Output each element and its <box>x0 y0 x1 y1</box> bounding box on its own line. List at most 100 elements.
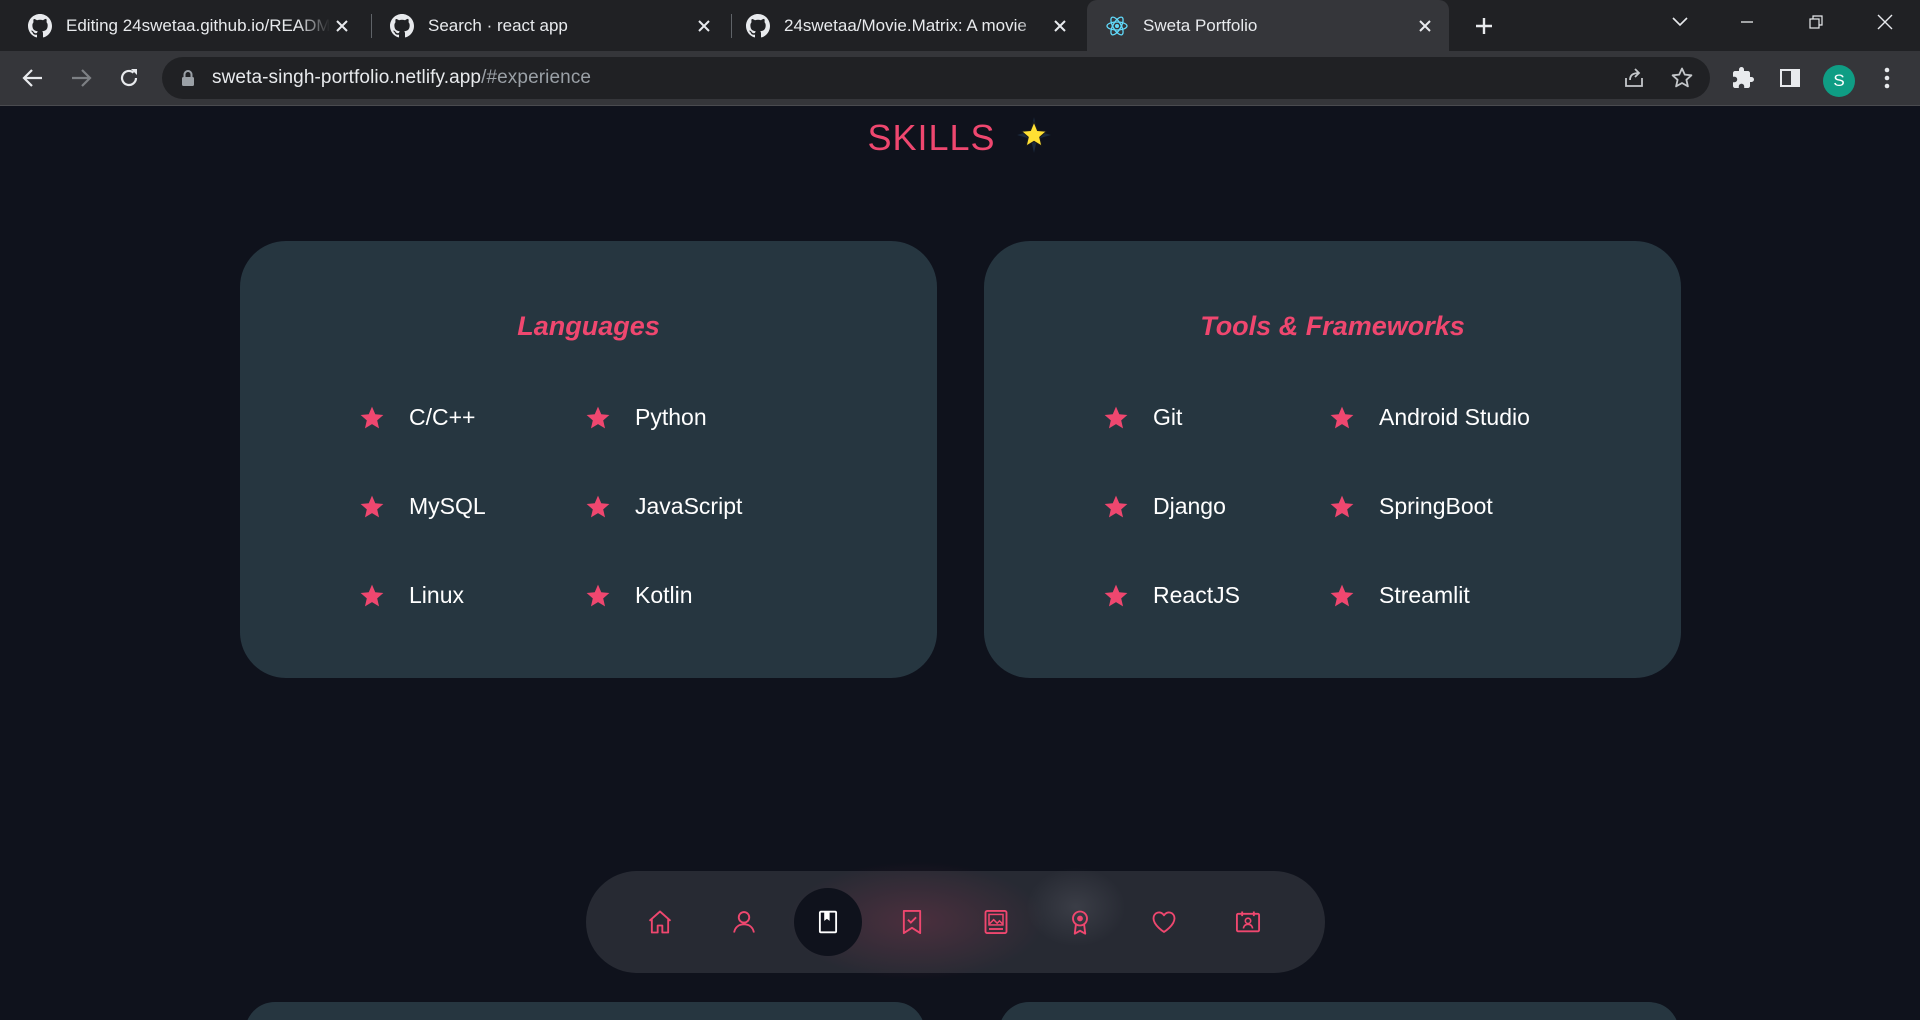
portfolio-page: SKILLS Languages C/C++ Python MySQL Java… <box>0 106 1920 1020</box>
nav-projects[interactable] <box>962 888 1030 956</box>
nav-experience[interactable] <box>878 888 946 956</box>
puzzle-icon <box>1733 67 1754 88</box>
section-title: SKILLS <box>867 117 996 158</box>
browser-tab-title: Search · react app <box>428 15 568 35</box>
extensions-button[interactable] <box>1728 63 1758 93</box>
browser-tab-title: Sweta Portfolio <box>1143 15 1258 35</box>
skill-label: Python <box>635 404 707 430</box>
nav-achievements[interactable] <box>1046 888 1114 956</box>
restore-icon <box>1809 15 1823 29</box>
address-bar[interactable]: sweta-singh-portfolio.netlify.app/#exper… <box>162 57 1710 99</box>
react-icon <box>1106 15 1128 36</box>
star-icon <box>1330 406 1354 428</box>
plus-icon <box>1476 18 1492 34</box>
more-vertical-icon <box>1884 67 1890 89</box>
skill-item: Linux <box>359 582 464 609</box>
minimize-button[interactable] <box>1712 0 1782 44</box>
skill-label: Linux <box>409 582 464 608</box>
skill-label: Kotlin <box>635 582 693 608</box>
skill-label: Django <box>1153 493 1226 519</box>
contact-card-icon <box>1235 911 1261 933</box>
chevron-down-icon <box>1672 17 1688 27</box>
browser-toolbar: sweta-singh-portfolio.netlify.app/#exper… <box>0 51 1920 106</box>
star-icon <box>586 584 610 606</box>
skill-item: Git <box>1103 404 1182 431</box>
reload-button[interactable] <box>112 61 146 95</box>
star-icon <box>1330 584 1354 606</box>
arrow-right-icon <box>72 69 92 87</box>
skill-item: Android Studio <box>1329 404 1530 431</box>
nav-home[interactable] <box>626 888 694 956</box>
github-icon <box>28 13 52 37</box>
nav-interests[interactable] <box>1130 888 1198 956</box>
github-icon <box>390 13 414 37</box>
skill-label: Streamlit <box>1379 582 1470 608</box>
share-icon[interactable] <box>1622 66 1646 90</box>
side-panel-button[interactable] <box>1775 63 1805 93</box>
skill-item: SpringBoot <box>1329 493 1493 520</box>
section-heading: SKILLS <box>0 116 1920 159</box>
glowing-star-icon <box>1016 117 1051 153</box>
browser-tab-1[interactable]: Editing 24swetaa.github.io/README <box>0 0 366 51</box>
star-icon <box>360 584 384 606</box>
skill-label: C/C++ <box>409 404 476 430</box>
browser-tab-title: Editing 24swetaa.github.io/README <box>66 15 330 35</box>
nav-skills[interactable] <box>794 888 862 956</box>
skill-label: JavaScript <box>635 493 743 519</box>
minimize-icon <box>1741 21 1753 23</box>
browser-tab-3[interactable]: 24swetaa/Movie.Matrix: A movie <box>718 0 1084 51</box>
skill-label: MySQL <box>409 493 486 519</box>
close-icon <box>1877 14 1893 30</box>
skill-item: MySQL <box>359 493 486 520</box>
close-tab-icon[interactable] <box>1413 14 1437 38</box>
star-icon <box>1330 495 1354 517</box>
reload-icon <box>120 69 138 87</box>
bottom-navigation <box>586 861 1325 981</box>
next-section-card <box>245 1002 925 1020</box>
heart-icon <box>1152 911 1176 933</box>
nav-contact[interactable] <box>1214 888 1282 956</box>
skills-card-languages: Languages C/C++ Python MySQL JavaScript … <box>240 241 937 678</box>
restore-button[interactable] <box>1781 0 1851 44</box>
star-icon <box>586 495 610 517</box>
star-icon <box>1104 495 1128 517</box>
browser-tab-title: 24swetaa/Movie.Matrix: A movie <box>784 15 1027 35</box>
user-icon <box>733 911 755 933</box>
browser-tab-2[interactable]: Search · react app <box>362 0 728 51</box>
skills-card-tools: Tools & Frameworks Git Android Studio Dj… <box>984 241 1681 678</box>
skill-item: Django <box>1103 493 1226 520</box>
skill-label: SpringBoot <box>1379 493 1493 519</box>
side-panel-icon <box>1780 69 1800 87</box>
url-host: sweta-singh-portfolio.netlify.app <box>212 67 482 88</box>
github-icon <box>746 13 770 37</box>
back-button[interactable] <box>16 61 50 95</box>
arrow-left-icon <box>22 69 42 87</box>
image-icon <box>984 909 1008 935</box>
star-icon <box>360 406 384 428</box>
profile-avatar[interactable]: S <box>1823 65 1855 97</box>
browser-tab-strip: Editing 24swetaa.github.io/README Search… <box>0 0 1920 51</box>
close-tab-icon[interactable] <box>330 14 354 38</box>
url-path: /#experience <box>481 67 592 88</box>
star-icon <box>1104 584 1128 606</box>
forward-button[interactable] <box>64 61 98 95</box>
skill-label: ReactJS <box>1153 582 1240 608</box>
tab-search-button[interactable] <box>1645 0 1715 44</box>
close-tab-icon[interactable] <box>1048 14 1072 38</box>
close-tab-icon[interactable] <box>692 14 716 38</box>
skill-label: Git <box>1153 404 1183 430</box>
book-icon <box>818 910 838 934</box>
skill-item: Python <box>585 404 707 431</box>
close-window-button[interactable] <box>1850 0 1920 44</box>
bookmark-star-icon[interactable] <box>1670 66 1694 90</box>
home-icon <box>648 910 672 934</box>
lock-icon <box>182 70 194 86</box>
new-tab-button[interactable] <box>1468 10 1500 42</box>
star-icon <box>360 495 384 517</box>
next-section-card <box>999 1002 1679 1020</box>
skill-item: ReactJS <box>1103 582 1240 609</box>
award-icon <box>1072 910 1088 935</box>
browser-tab-active[interactable]: Sweta Portfolio <box>1087 0 1449 51</box>
nav-about[interactable] <box>710 888 778 956</box>
browser-menu-button[interactable] <box>1872 63 1902 93</box>
